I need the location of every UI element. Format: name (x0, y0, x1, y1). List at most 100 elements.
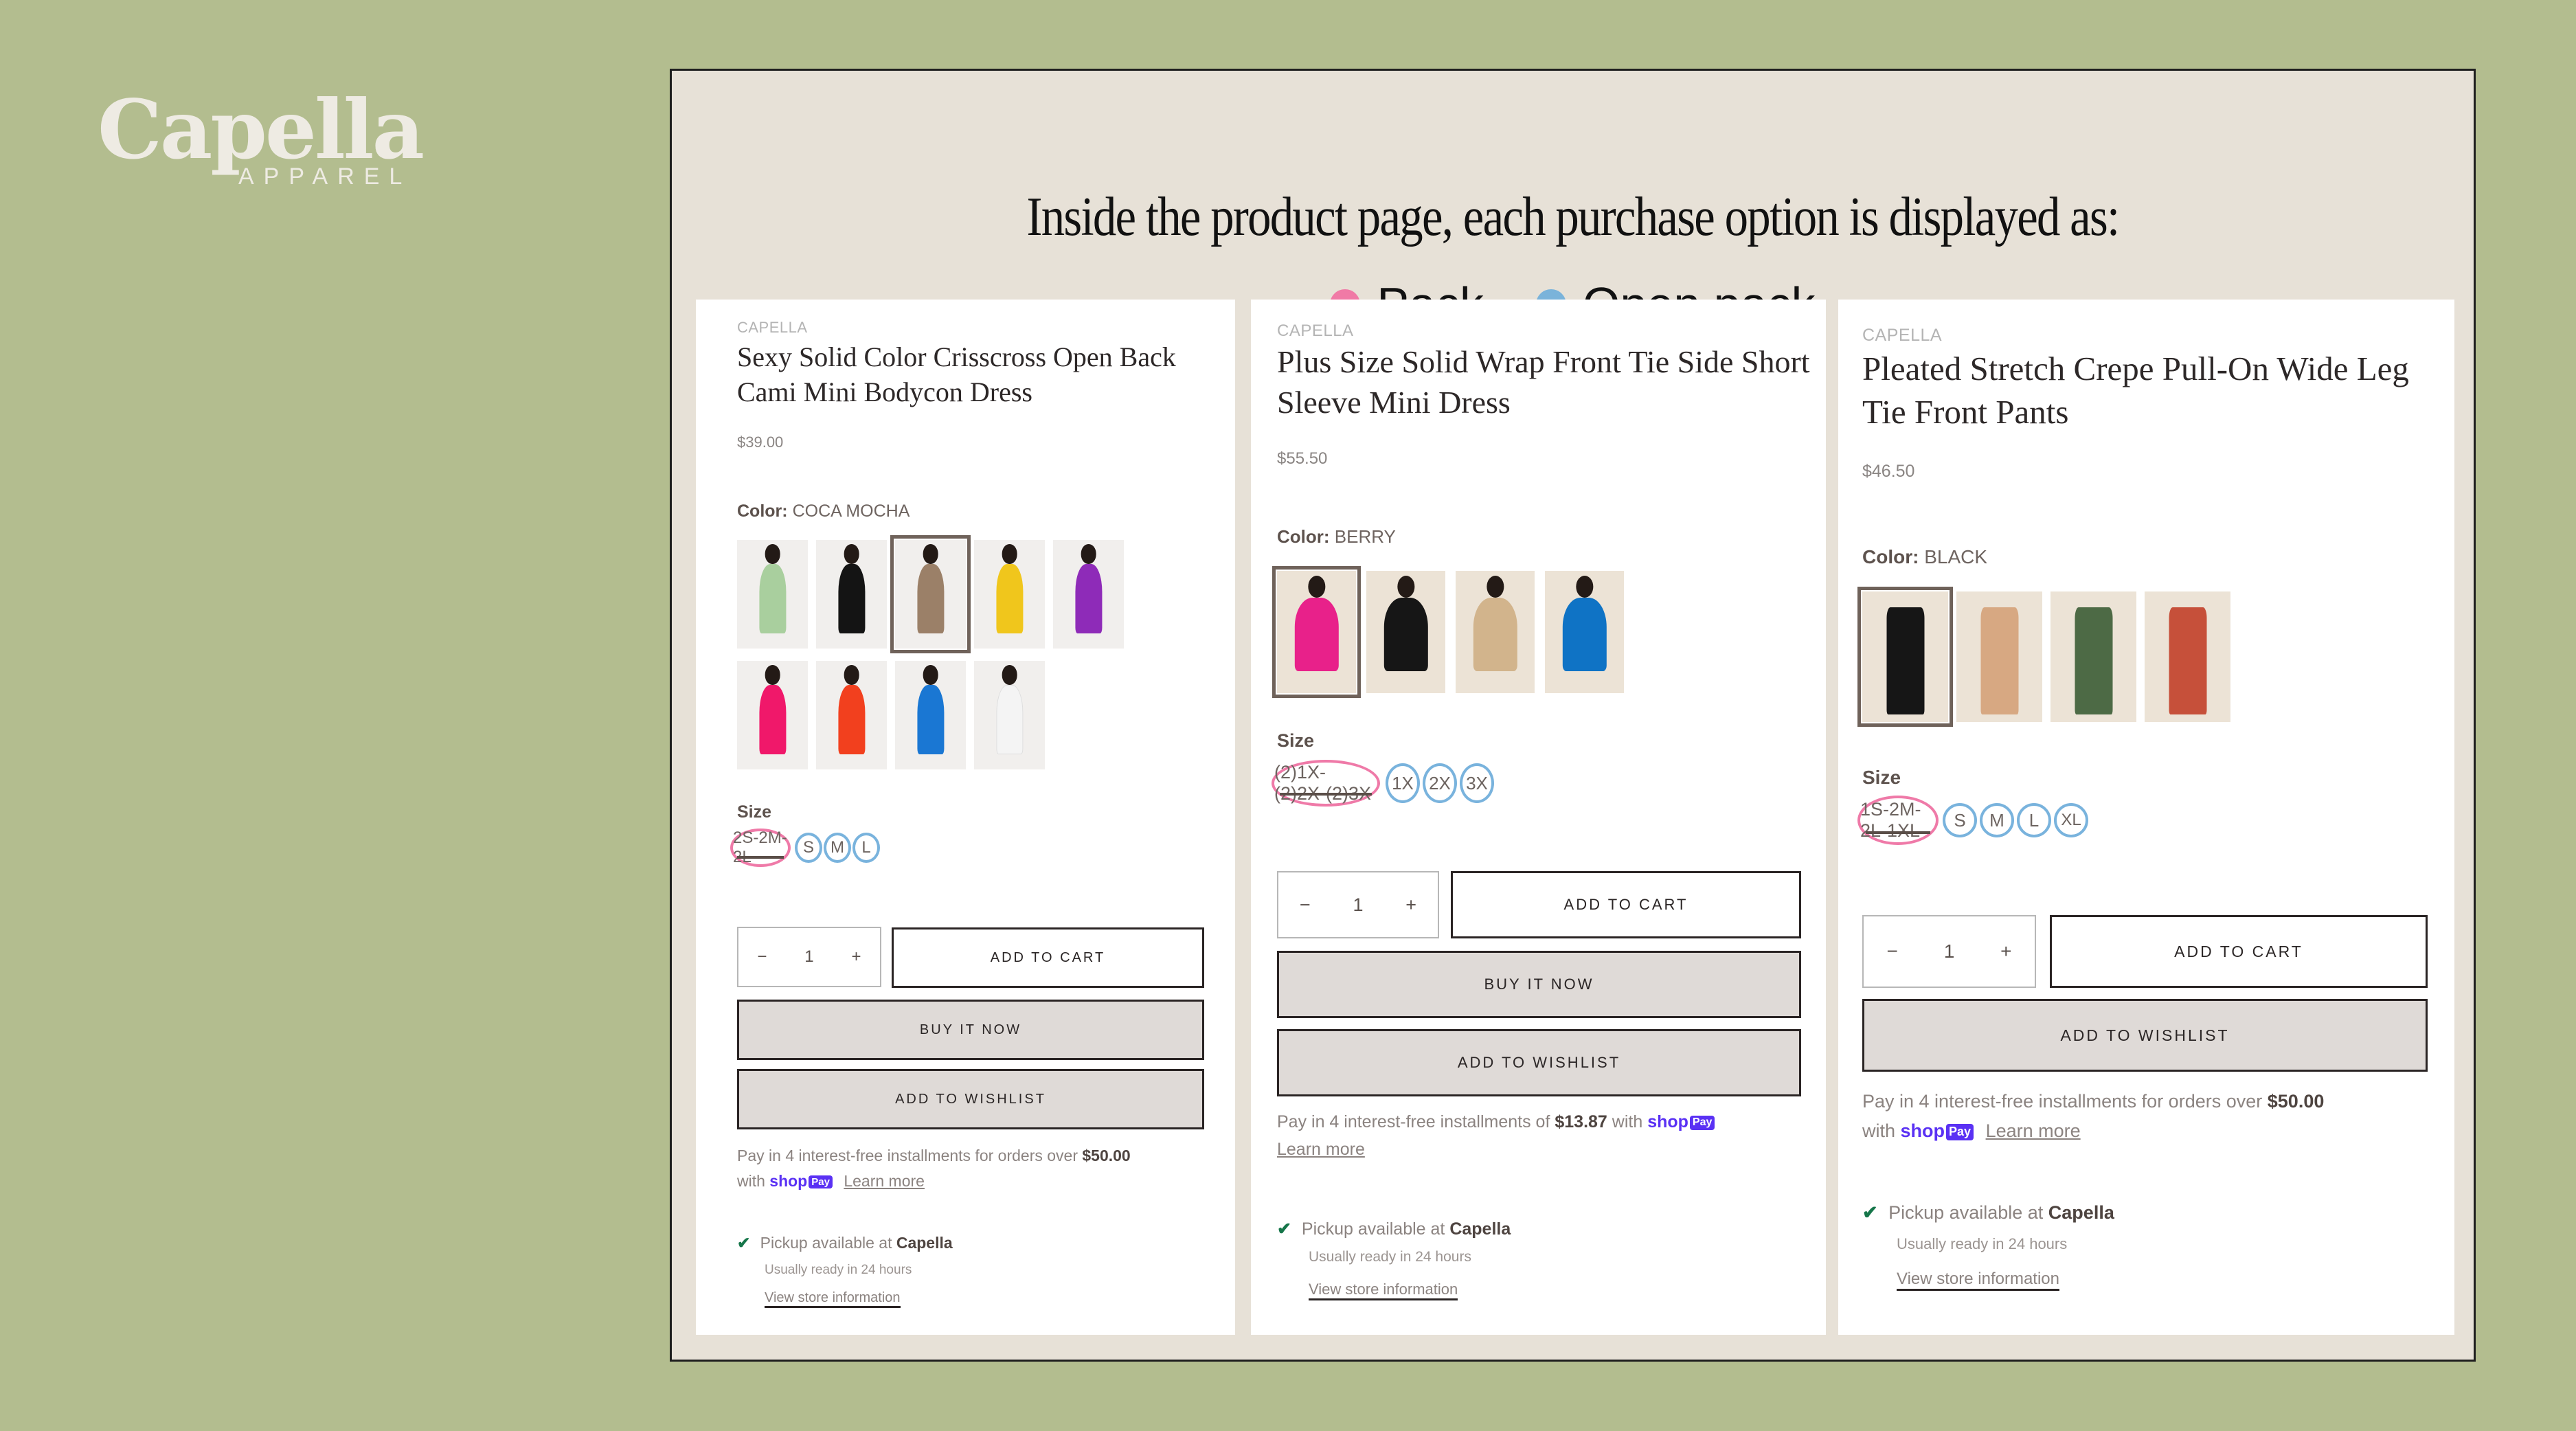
garment-shape (1473, 598, 1517, 671)
color-swatch[interactable] (816, 540, 887, 649)
color-swatch[interactable] (2050, 591, 2136, 722)
color-swatch[interactable] (2145, 591, 2230, 722)
add-to-wishlist-button[interactable]: ADD TO WISHLIST (1862, 999, 2428, 1072)
pickup-text: Pickup available at (1301, 1219, 1445, 1239)
size-open-option[interactable]: S (795, 833, 822, 863)
plus-icon[interactable]: + (2000, 940, 2011, 962)
color-label: Color: (737, 502, 788, 521)
add-to-cart-button[interactable]: ADD TO CART (1451, 871, 1801, 938)
model-head (844, 665, 859, 685)
garment-shape (758, 563, 787, 633)
garment-shape (837, 563, 866, 633)
minus-icon[interactable]: − (1300, 894, 1311, 916)
size-label: L (2029, 809, 2040, 831)
shop-pay-logo: shop Pay (769, 1172, 833, 1190)
quantity-stepper[interactable]: − 1 + (1277, 871, 1439, 938)
size-open-option[interactable]: 2X (1423, 763, 1457, 803)
learn-more-link[interactable]: Learn more (844, 1172, 925, 1190)
garment-shape (1294, 598, 1339, 671)
model-head (1081, 544, 1096, 564)
buy-it-now-button[interactable]: BUY IT NOW (1277, 951, 1801, 1018)
color-swatch[interactable] (1456, 571, 1535, 693)
size-pack-option[interactable]: (2)1X-(2)2X-(2)3X (1272, 760, 1380, 807)
quantity-stepper[interactable]: − 1 + (737, 927, 881, 987)
garment-shape (758, 684, 787, 754)
size-open-option[interactable]: M (1980, 803, 2014, 837)
color-swatch[interactable] (890, 535, 971, 653)
garment-shape (1074, 563, 1103, 633)
product-brand: CAPELLA (1862, 326, 1943, 345)
size-open-option[interactable]: 3X (1460, 763, 1494, 803)
pickup-availability: ✔ Pickup available at Capella (1277, 1219, 1511, 1239)
product-price: $39.00 (737, 433, 784, 451)
color-option-label: Color: BERRY (1277, 526, 1396, 548)
plus-icon[interactable]: + (1405, 894, 1416, 916)
color-swatch[interactable] (1272, 566, 1361, 698)
plus-icon[interactable]: + (852, 947, 861, 967)
selected-underline (1280, 793, 1372, 796)
size-label: XL (2061, 811, 2081, 829)
color-swatch[interactable] (1366, 571, 1445, 693)
pickup-store: Capella (2048, 1202, 2114, 1223)
color-swatch[interactable] (737, 540, 808, 649)
color-swatch[interactable] (974, 661, 1045, 769)
size-open-option[interactable]: M (824, 833, 851, 863)
size-open-option[interactable]: L (2017, 803, 2051, 837)
product-title: Sexy Solid Color Crisscross Open Back Ca… (737, 341, 1176, 408)
color-swatch[interactable] (1857, 587, 1953, 727)
quantity-value[interactable]: 1 (1944, 940, 1955, 962)
quantity-stepper[interactable]: − 1 + (1862, 915, 2036, 988)
size-open-option[interactable]: S (1943, 803, 1977, 837)
size-open-option[interactable]: 1X (1386, 763, 1420, 803)
pickup-store: Capella (1449, 1219, 1511, 1239)
quantity-value[interactable]: 1 (1353, 894, 1363, 916)
garment-shape (837, 684, 866, 754)
headline: Inside the product page, each purchase o… (1026, 187, 2121, 247)
color-swatch[interactable] (1956, 591, 2042, 722)
with-text: with (1862, 1120, 1896, 1142)
learn-more-link[interactable]: Learn more (1986, 1120, 2081, 1141)
size-label: S (1954, 809, 1966, 831)
view-store-info-link[interactable]: View store information (765, 1290, 901, 1308)
color-value: COCA MOCHA (792, 502, 910, 521)
view-store-info-link[interactable]: View store information (1309, 1281, 1458, 1300)
quantity-value[interactable]: 1 (804, 947, 813, 967)
color-swatch[interactable] (895, 661, 966, 769)
pickup-ready-time: Usually ready in 24 hours (1309, 1249, 1471, 1265)
color-swatch[interactable] (816, 661, 887, 769)
size-pack-option[interactable]: 1S-2M-2L-1XL (1857, 796, 1939, 845)
add-to-wishlist-button[interactable]: ADD TO WISHLIST (1277, 1029, 1801, 1096)
installments-amount: $13.87 (1555, 1112, 1607, 1131)
color-swatch[interactable] (974, 540, 1045, 649)
garment-shape (995, 684, 1024, 754)
selected-underline (1866, 831, 1930, 834)
view-store-info-link[interactable]: View store information (1897, 1270, 2059, 1291)
size-open-option[interactable]: L (852, 833, 880, 863)
color-option-label: Color: COCA MOCHA (737, 502, 909, 521)
size-open-option[interactable]: XL (2054, 803, 2088, 837)
with-text: with (737, 1171, 765, 1190)
garment-shape (916, 563, 945, 633)
color-swatch[interactable] (1053, 540, 1124, 649)
selected-underline (737, 856, 784, 859)
pickup-ready-time: Usually ready in 24 hours (765, 1263, 912, 1277)
minus-icon[interactable]: − (1886, 940, 1897, 962)
size-option-label: Size (1277, 730, 1314, 752)
minus-icon[interactable]: − (757, 947, 767, 967)
product-card: CAPELLA Sexy Solid Color Crisscross Open… (696, 300, 1235, 1335)
buy-it-now-button[interactable]: BUY IT NOW (737, 1000, 1204, 1060)
size-option-label: Size (737, 802, 771, 822)
color-value: BERRY (1334, 526, 1396, 547)
add-to-cart-button[interactable]: ADD TO CART (2050, 915, 2428, 988)
size-options: 1S-2M-2L-1XL S M L XL (1857, 796, 2088, 845)
add-to-wishlist-button[interactable]: ADD TO WISHLIST (737, 1069, 1204, 1129)
color-swatch[interactable] (737, 661, 808, 769)
model-head (765, 544, 780, 564)
learn-more-link[interactable]: Learn more (1277, 1140, 1365, 1159)
model-head (1002, 544, 1017, 564)
size-option-label: Size (1862, 767, 1901, 789)
color-swatch[interactable] (1545, 571, 1624, 693)
add-to-cart-button[interactable]: ADD TO CART (892, 927, 1204, 988)
size-pack-option[interactable]: 2S-2M-2L (730, 829, 791, 867)
pay-badge: Pay (1946, 1124, 1974, 1140)
